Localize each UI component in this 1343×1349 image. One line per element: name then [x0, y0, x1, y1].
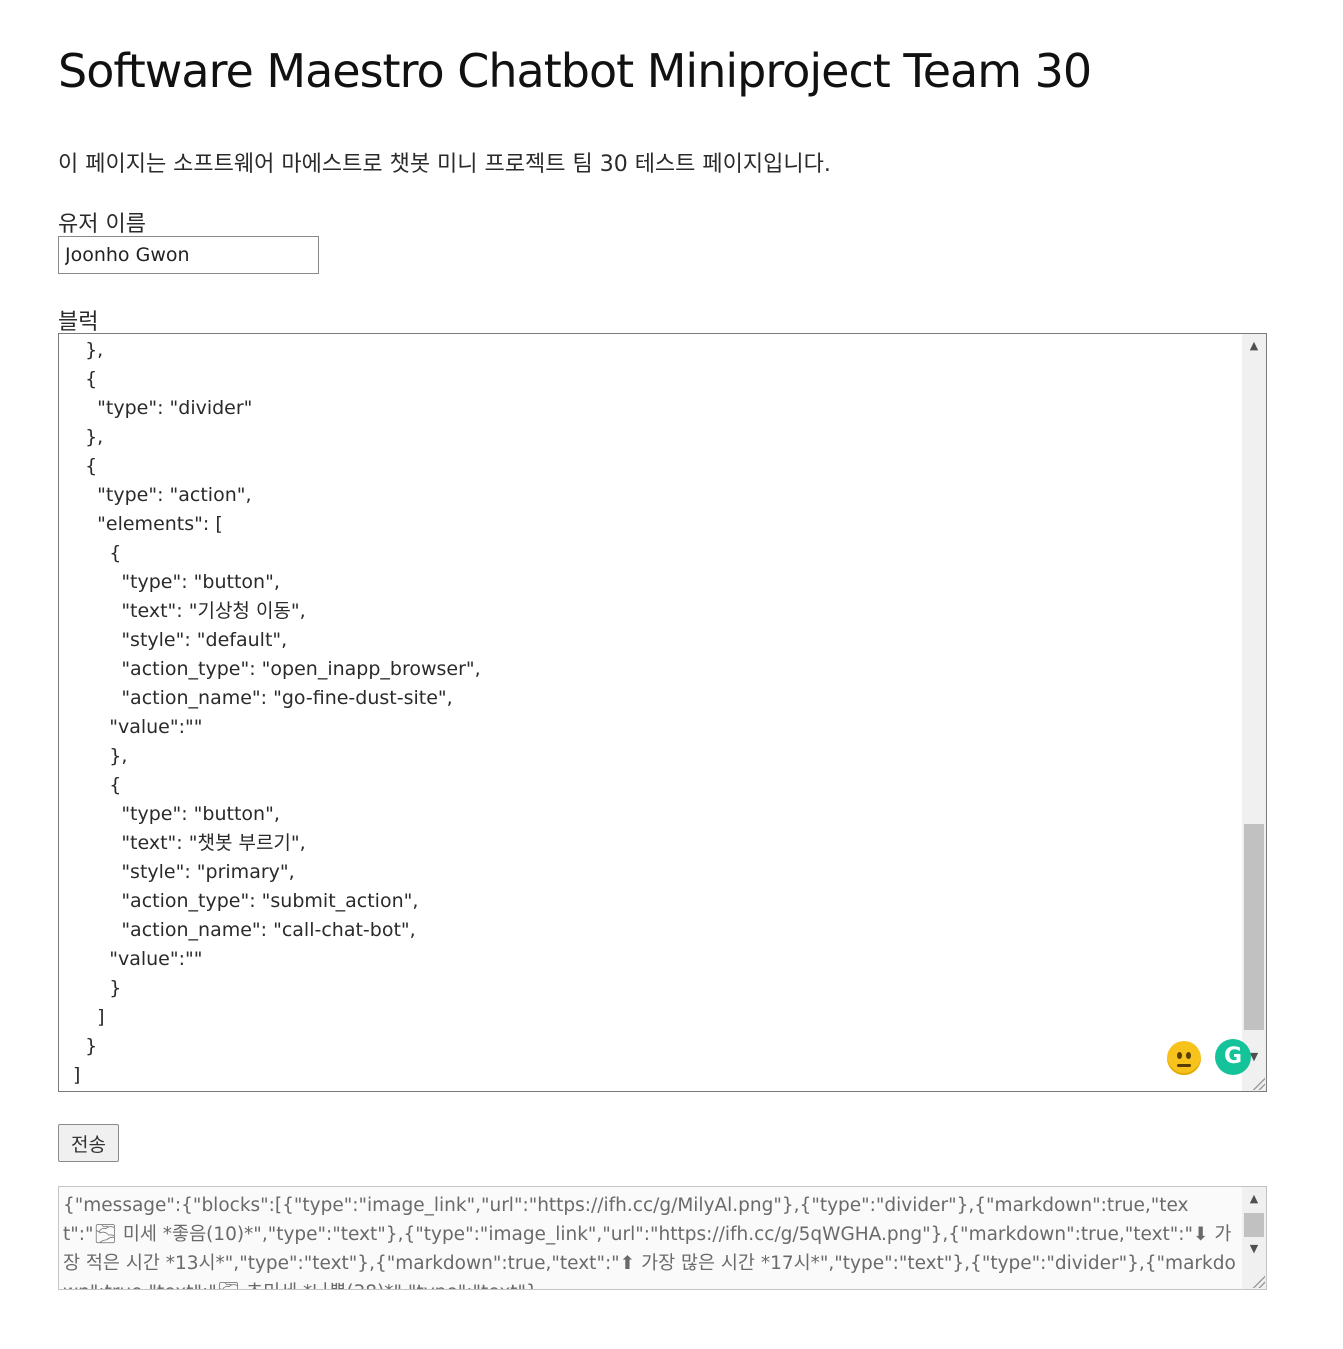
block-json-text[interactable]: }, { "type": "divider" }, { "type": "act…: [73, 336, 481, 1090]
response-json-text: {"message":{"blocks":[{"type":"image_lin…: [63, 1195, 1236, 1289]
scroll-thumb[interactable]: [1244, 824, 1264, 1030]
emoji-right-eye: [1186, 1052, 1191, 1059]
submit-button[interactable]: 전송: [58, 1124, 119, 1162]
neutral-face-icon[interactable]: [1167, 1041, 1201, 1075]
block-textarea[interactable]: }, { "type": "divider" }, { "type": "act…: [58, 333, 1267, 1092]
resize-handle-icon[interactable]: [1251, 1274, 1265, 1288]
page-title: Software Maestro Chatbot Miniproject Tea…: [58, 44, 1092, 98]
grammarly-icon[interactable]: G: [1215, 1039, 1251, 1075]
response-textarea[interactable]: {"message":{"blocks":[{"type":"image_lin…: [58, 1186, 1267, 1290]
block-scrollbar[interactable]: ▲ ▼: [1242, 334, 1266, 1091]
user-name-input[interactable]: [58, 236, 319, 274]
resize-handle-icon[interactable]: [1251, 1076, 1265, 1090]
page-description: 이 페이지는 소프트웨어 마에스트로 챗봇 미니 프로젝트 팀 30 테스트 페…: [58, 152, 831, 177]
scroll-thumb[interactable]: [1244, 1213, 1264, 1237]
emoji-mouth: [1177, 1064, 1191, 1067]
scroll-down-icon[interactable]: ▼: [1242, 1239, 1266, 1259]
user-name-label: 유저 이름: [58, 212, 146, 237]
scroll-up-icon[interactable]: ▲: [1242, 1189, 1266, 1209]
scroll-up-icon[interactable]: ▲: [1242, 336, 1266, 356]
block-label: 블럭: [58, 310, 99, 335]
emoji-left-eye: [1177, 1052, 1182, 1059]
